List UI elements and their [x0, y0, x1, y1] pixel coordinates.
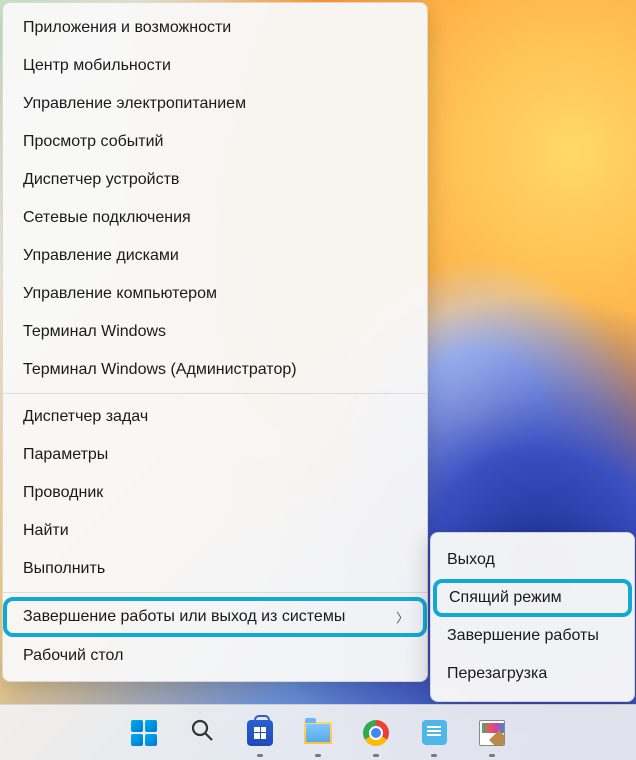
menu-mobility[interactable]: Центр мобильности — [3, 47, 427, 85]
menu-label: Параметры — [23, 446, 108, 464]
menu-terminal-admin[interactable]: Терминал Windows (Администратор) — [3, 351, 427, 389]
paint-button[interactable] — [472, 713, 512, 753]
submenu-restart[interactable]: Перезагрузка — [431, 655, 634, 693]
menu-label: Управление электропитанием — [23, 95, 246, 113]
store-button[interactable] — [240, 713, 280, 753]
submenu-label: Завершение работы — [447, 627, 599, 645]
menu-label: Рабочий стол — [23, 647, 123, 665]
menu-label: Приложения и возможности — [23, 19, 231, 37]
windows-logo-icon — [131, 720, 157, 746]
paint-icon — [479, 720, 505, 746]
menu-label: Терминал Windows — [23, 323, 166, 341]
menu-run[interactable]: Выполнить — [3, 550, 427, 588]
menu-label: Найти — [23, 522, 69, 540]
menu-computer[interactable]: Управление компьютером — [3, 275, 427, 313]
menu-label: Управление дисками — [23, 247, 179, 265]
submenu-signout[interactable]: Выход — [431, 541, 634, 579]
menu-search[interactable]: Найти — [3, 512, 427, 550]
chrome-button[interactable] — [356, 713, 396, 753]
search-icon — [190, 718, 214, 747]
menu-label: Выполнить — [23, 560, 105, 578]
folder-icon — [304, 722, 332, 744]
menu-separator — [3, 393, 427, 394]
menu-network[interactable]: Сетевые подключения — [3, 199, 427, 237]
menu-disks[interactable]: Управление дисками — [3, 237, 427, 275]
start-button[interactable] — [124, 713, 164, 753]
submenu-label: Перезагрузка — [447, 665, 547, 683]
running-indicator — [489, 754, 495, 757]
shutdown-submenu: Выход Спящий режим Завершение работы Пер… — [430, 532, 635, 702]
submenu-label: Спящий режим — [449, 589, 562, 607]
menu-label: Терминал Windows (Администратор) — [23, 361, 297, 379]
menu-terminal[interactable]: Терминал Windows — [3, 313, 427, 351]
menu-label: Просмотр событий — [23, 133, 163, 151]
winx-context-menu: Приложения и возможности Центр мобильнос… — [2, 2, 428, 682]
menu-taskmgr[interactable]: Диспетчер задач — [3, 398, 427, 436]
menu-power[interactable]: Управление электропитанием — [3, 85, 427, 123]
menu-shutdown-signout[interactable]: Завершение работы или выход из системы 〉 — [3, 597, 427, 637]
menu-label: Диспетчер задач — [23, 408, 148, 426]
notes-button[interactable] — [414, 713, 454, 753]
menu-label: Центр мобильности — [23, 57, 171, 75]
search-button[interactable] — [182, 713, 222, 753]
menu-events[interactable]: Просмотр событий — [3, 123, 427, 161]
note-icon — [422, 720, 447, 745]
taskbar — [0, 704, 636, 760]
submenu-sleep[interactable]: Спящий режим — [433, 579, 632, 617]
menu-desktop[interactable]: Рабочий стол — [3, 637, 427, 675]
submenu-label: Выход — [447, 551, 495, 569]
running-indicator — [431, 754, 437, 757]
menu-label: Диспетчер устройств — [23, 171, 179, 189]
running-indicator — [257, 754, 263, 757]
menu-label: Проводник — [23, 484, 103, 502]
menu-label: Управление компьютером — [23, 285, 217, 303]
menu-explorer[interactable]: Проводник — [3, 474, 427, 512]
chrome-icon — [363, 720, 389, 746]
menu-settings[interactable]: Параметры — [3, 436, 427, 474]
menu-devices[interactable]: Диспетчер устройств — [3, 161, 427, 199]
menu-separator — [3, 592, 427, 593]
chevron-right-icon: 〉 — [396, 608, 409, 627]
menu-label: Завершение работы или выход из системы — [23, 608, 345, 626]
submenu-shutdown[interactable]: Завершение работы — [431, 617, 634, 655]
menu-apps[interactable]: Приложения и возможности — [3, 9, 427, 47]
explorer-button[interactable] — [298, 713, 338, 753]
running-indicator — [373, 754, 379, 757]
menu-label: Сетевые подключения — [23, 209, 191, 227]
running-indicator — [315, 754, 321, 757]
store-icon — [247, 720, 273, 746]
